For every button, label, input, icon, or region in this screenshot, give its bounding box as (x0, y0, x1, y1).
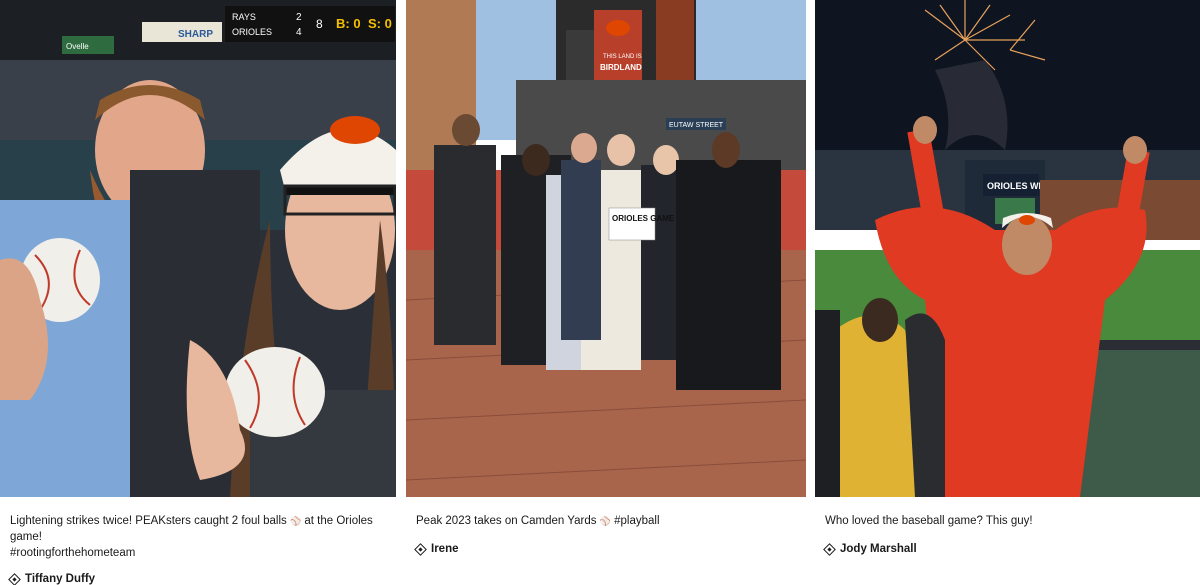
caption-text: Who loved the baseball game? This guy! (825, 515, 1033, 527)
scoreboard-count: 8 (316, 17, 323, 31)
post-caption-2: Peak 2023 takes on Camden Yards ⚾ #playb… (416, 513, 796, 529)
stadium-sign-birdland: BIRDLAND (600, 63, 642, 72)
scoreboard-strikes: S: 0 (368, 16, 392, 31)
post-caption-1: Lightening strikes twice! PEAKsters caug… (10, 513, 386, 561)
author-diamond-icon (823, 542, 836, 556)
scoreboard-balls: B: 0 (336, 16, 361, 31)
group-photo-camden-yards-image: THIS LAND IS BIRDLAND EUTAW STREET ORIOL… (406, 0, 806, 497)
fireworks-celebration-image: ORIOLES WIN (815, 0, 1200, 497)
caption-text: Peak 2023 takes on Camden Yards (416, 515, 600, 527)
post-photo-3[interactable]: ORIOLES WIN (815, 0, 1200, 497)
scoreboard-team-2: ORIOLES (232, 27, 272, 37)
post-photo-1[interactable]: RAYS ORIOLES 2 4 8 B: 0 S: 0 SHARP Ovell… (0, 0, 396, 497)
author-name[interactable]: Jody Marshall (840, 543, 917, 555)
stadium-sign-top: THIS LAND IS (603, 54, 642, 60)
post-author-2[interactable]: Irene (414, 542, 796, 556)
orioles-game-sign: ORIOLES GAME (612, 214, 675, 223)
scoreboard-orioles-win: ORIOLES WIN (987, 181, 1048, 191)
caption-text: Lightening strikes twice! PEAKsters caug… (10, 515, 290, 527)
post-author-1[interactable]: Tiffany Duffy (8, 572, 386, 585)
baseball-icon: ⚾ (289, 516, 302, 526)
street-sign: EUTAW STREET (669, 122, 724, 129)
baseball-icon: ⚾ (599, 516, 611, 526)
selfie-foul-balls-image: RAYS ORIOLES 2 4 8 B: 0 S: 0 SHARP Ovell… (0, 0, 396, 497)
post-card-3[interactable]: ORIOLES WIN Who loved the baseball game?… (815, 0, 1200, 556)
post-author-3[interactable]: Jody Marshall (823, 542, 1190, 556)
scoreboard-score-2: 4 (296, 27, 302, 38)
stadium-sign-2: Ovelle (66, 42, 89, 51)
post-photo-2[interactable]: THIS LAND IS BIRDLAND EUTAW STREET ORIOL… (406, 0, 806, 497)
scoreboard-score-1: 2 (296, 12, 302, 23)
author-diamond-icon (8, 572, 21, 585)
author-diamond-icon (414, 542, 427, 556)
post-card-1[interactable]: RAYS ORIOLES 2 4 8 B: 0 S: 0 SHARP Ovell… (0, 0, 396, 585)
caption-hashtag[interactable]: #playball (611, 515, 659, 527)
caption-hashtag[interactable]: #rootingforthehometeam (10, 547, 135, 559)
stadium-sign-1: SHARP (178, 29, 213, 40)
post-caption-3: Who loved the baseball game? This guy! (825, 513, 1190, 529)
author-name[interactable]: Tiffany Duffy (25, 573, 95, 585)
post-card-2[interactable]: THIS LAND IS BIRDLAND EUTAW STREET ORIOL… (406, 0, 806, 556)
scoreboard-team-1: RAYS (232, 12, 256, 22)
author-name[interactable]: Irene (431, 543, 459, 555)
